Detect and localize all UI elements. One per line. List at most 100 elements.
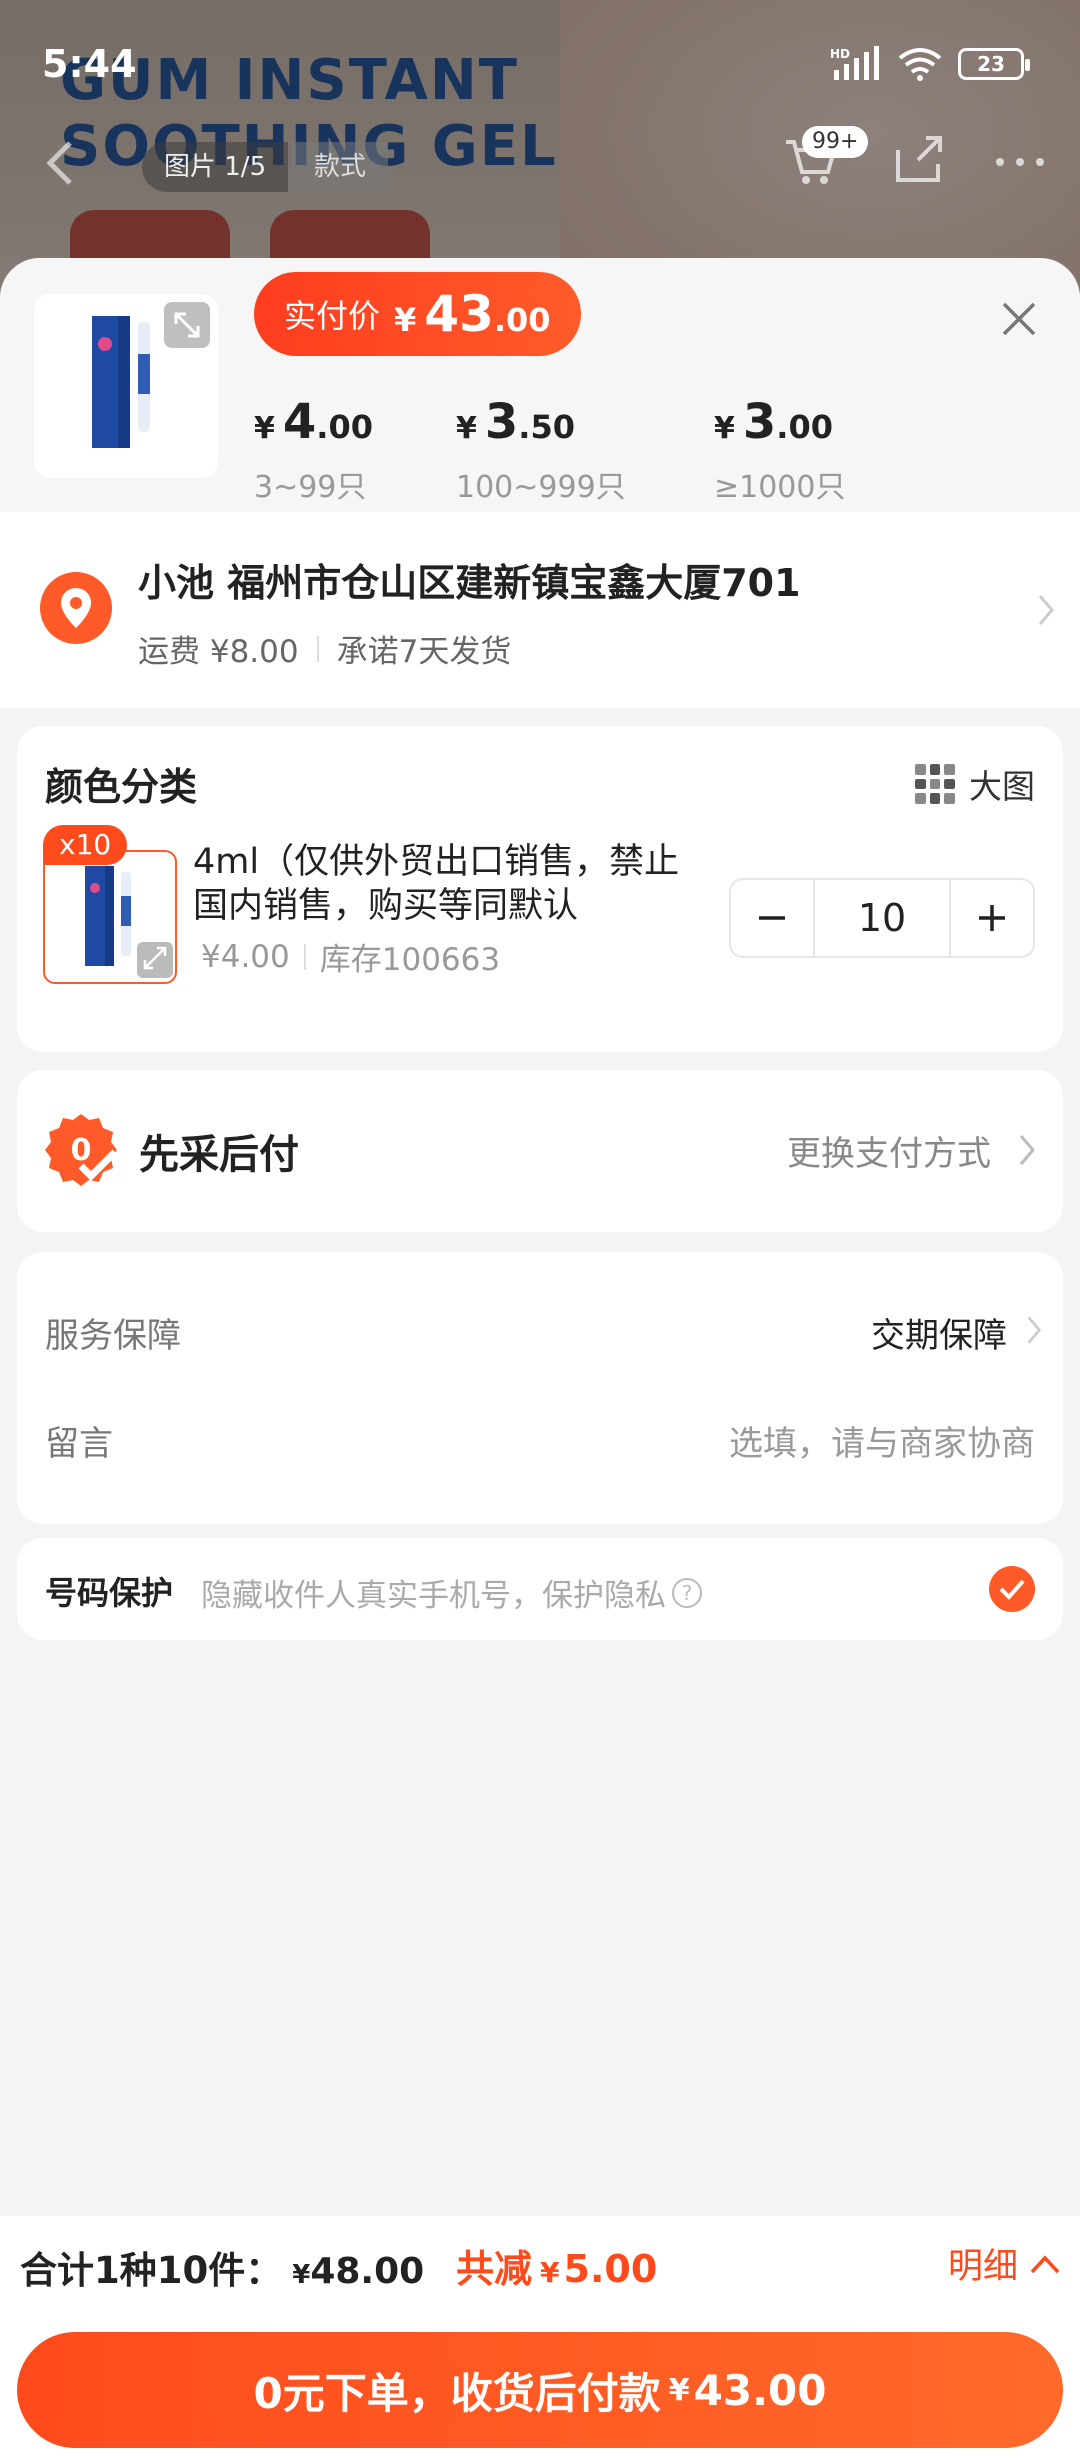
- checkout-bar: 合计1种10件： ¥48.00 共减 ¥ 5.00 明细 0元下单，收货后付款 …: [0, 2216, 1080, 2460]
- tier-currency: ¥: [714, 411, 735, 446]
- tier-range: 100~999只: [456, 470, 626, 505]
- cellular-signal-icon: HD: [830, 46, 879, 80]
- phone-protection-label: 号码保护: [45, 1574, 174, 1612]
- tier-price-decimal: .00: [316, 408, 373, 446]
- phone-protection-checkbox[interactable]: [989, 1566, 1035, 1612]
- close-icon[interactable]: [994, 294, 1044, 344]
- sku-meta: ¥4.00 库存100663: [201, 934, 500, 979]
- final-price-integer: 43: [424, 285, 494, 343]
- minus-icon: [759, 916, 785, 920]
- plus-icon: [979, 905, 1005, 931]
- service-card: 服务保障 交期保障 留言 选填，请与商家协商: [17, 1252, 1063, 1524]
- tier-range: 3~99只: [254, 470, 367, 505]
- expand-icon: [174, 312, 200, 338]
- discount-label: 共减: [456, 2247, 533, 2291]
- final-price-pill: 实付价 ¥ 43 .00: [254, 272, 581, 356]
- submit-currency: ¥: [668, 2372, 690, 2408]
- sku-price: ¥4.00: [201, 938, 290, 975]
- final-price-decimal: .00: [493, 301, 551, 339]
- sku-stock: 库存100663: [319, 942, 501, 978]
- color-category-title: 颜色分类: [45, 765, 198, 809]
- submit-order-button[interactable]: 0元下单，收货后付款 ¥ 43.00: [17, 2332, 1063, 2448]
- quantity-input[interactable]: 10: [813, 880, 951, 956]
- message-input[interactable]: 选填，请与商家协商: [729, 1416, 1035, 1465]
- chevron-right-icon: [1038, 595, 1054, 625]
- discount-currency: ¥: [540, 2256, 560, 2289]
- shipping-fee: 运费 ¥8.00: [138, 634, 299, 670]
- expand-image-button[interactable]: [164, 302, 210, 348]
- change-payment-link[interactable]: 更换支付方式: [787, 1126, 991, 1175]
- final-price-label: 实付价: [284, 297, 381, 335]
- sheet-header: 实付价 ¥ 43 .00 ¥4.00 3~99只 ¥3.50 100~999只 …: [0, 258, 1080, 512]
- pay-later-badge-icon: 0: [45, 1114, 118, 1186]
- chevron-right-icon: [1019, 1135, 1035, 1165]
- total-label: 合计1种10件：: [20, 2249, 283, 2292]
- price-tier: ¥4.00 3~99只: [254, 394, 373, 506]
- status-icons: HD 23: [830, 46, 1030, 82]
- battery-icon: 23: [958, 48, 1030, 80]
- final-price-currency: ¥: [394, 301, 417, 339]
- status-bar: 5:44 HD 23: [0, 0, 1080, 120]
- check-icon: [999, 1579, 1025, 1600]
- sku-product-image: [85, 866, 173, 978]
- color-category-card: 颜色分类 大图 x10 4ml（仅供外贸出口销售，禁止国内销售，购买等同默认 ¥…: [17, 726, 1063, 1052]
- increase-quantity-button[interactable]: [951, 880, 1033, 956]
- divider: [303, 943, 306, 970]
- style-tab[interactable]: 款式: [292, 142, 389, 192]
- image-counter[interactable]: 图片 1/5: [142, 142, 289, 192]
- price-tier: ¥3.50 100~999只: [456, 394, 626, 506]
- price-detail-toggle[interactable]: 明细: [948, 2238, 1062, 2289]
- total-currency: ¥: [292, 2260, 311, 2290]
- detail-label: 明细: [947, 2247, 1018, 2287]
- chevron-right-icon: [1027, 1316, 1042, 1344]
- divider: [316, 635, 319, 662]
- service-guarantee-label: 服务保障: [45, 1316, 181, 1356]
- back-arrow-icon[interactable]: [40, 138, 80, 188]
- sku-name: 4ml（仅供外贸出口销售，禁止国内销售，购买等同默认: [193, 842, 680, 926]
- big-image-toggle[interactable]: 大图: [915, 760, 1035, 808]
- wifi-icon: [898, 48, 942, 81]
- submit-label: 0元下单，收货后付款: [253, 2368, 661, 2418]
- tier-price-integer: 3: [484, 394, 519, 450]
- phone-protection-text: 隐藏收件人真实手机号，保护隐私: [201, 1578, 666, 1614]
- discount-amount: 5.00: [563, 2247, 658, 2291]
- payment-title: 先采后付: [139, 1132, 299, 1178]
- share-icon[interactable]: [888, 130, 948, 190]
- sku-quantity-badge: x10: [43, 825, 128, 865]
- location-pin-icon: [40, 572, 112, 644]
- network-type-label: HD: [830, 47, 850, 61]
- big-image-label: 大图: [969, 767, 1035, 806]
- discount-total: 共减 ¥ 5.00: [456, 2238, 657, 2293]
- address-meta: 运费 ¥8.00 承诺7天发货: [138, 626, 511, 671]
- total-amount-wrap: ¥48.00: [292, 2251, 424, 2292]
- decrease-quantity-button[interactable]: [731, 880, 813, 956]
- phone-protection-card: 号码保护 隐藏收件人真实手机号，保护隐私 ?: [17, 1538, 1063, 1640]
- more-icon[interactable]: [990, 130, 1050, 190]
- order-total: 合计1种10件： ¥48.00: [20, 2240, 424, 2294]
- quantity-stepper: 10: [729, 878, 1035, 958]
- shipping-address[interactable]: 小池 福州市仓山区建新镇宝鑫大厦701 运费 ¥8.00 承诺7天发货: [0, 512, 1080, 708]
- sku-thumbnail[interactable]: [43, 850, 177, 984]
- chevron-up-icon: [1030, 2254, 1060, 2273]
- tier-currency: ¥: [456, 411, 477, 446]
- cart-badge: 99+: [802, 126, 869, 158]
- grid-icon: [915, 764, 955, 804]
- status-time: 5:44: [42, 42, 137, 86]
- phone-protection-description: 隐藏收件人真实手机号，保护隐私 ?: [201, 1570, 702, 1615]
- submit-amount: 43.00: [693, 2365, 827, 2415]
- price-tier: ¥3.00 ≥1000只: [714, 394, 845, 506]
- message-label: 留言: [45, 1424, 113, 1464]
- final-price-value: ¥ 43 .00: [394, 285, 551, 343]
- tier-price-integer: 3: [742, 394, 777, 450]
- tier-currency: ¥: [254, 411, 275, 446]
- tier-price-decimal: .50: [518, 408, 575, 446]
- delivery-promise: 承诺7天发货: [336, 634, 512, 670]
- help-icon[interactable]: ?: [672, 1577, 702, 1608]
- service-guarantee-value[interactable]: 交期保障: [871, 1308, 1007, 1357]
- svg-text:0: 0: [71, 1133, 92, 1168]
- total-amount: 48.00: [310, 2251, 425, 2292]
- address-line: 小池 福州市仓山区建新镇宝鑫大厦701: [138, 561, 801, 605]
- tier-price-integer: 4: [282, 394, 317, 450]
- payment-method-card[interactable]: 0 先采后付 更换支付方式: [17, 1070, 1063, 1232]
- tier-range: ≥1000只: [714, 470, 846, 505]
